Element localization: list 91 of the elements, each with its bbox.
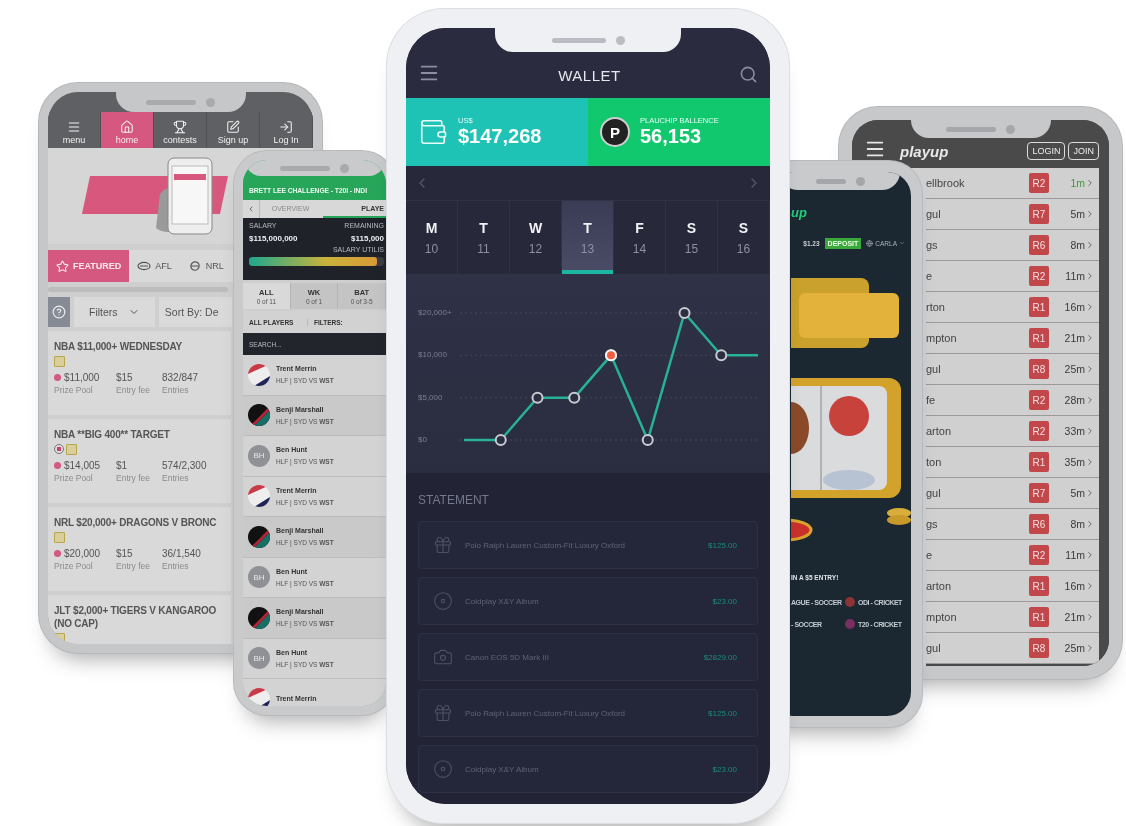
stat-label: Prize Pool: [54, 561, 94, 571]
race-number: R2: [1029, 266, 1049, 286]
venue-name: gs: [926, 239, 939, 251]
contest-title: JLT $2,000+ TIGERS V KANGAROO (NO CAP): [54, 604, 218, 630]
balance-value: $147,268: [458, 125, 542, 148]
race-number: R7: [1029, 204, 1049, 224]
race-number: R1: [1029, 607, 1049, 627]
contest-title: NRL $20,000+ DRAGONS V BRONC: [54, 516, 218, 529]
venue-name: mpton: [926, 611, 958, 623]
section-title: STATEMENT: [418, 493, 490, 507]
stat-label: Entry fee: [116, 473, 152, 483]
prize-value: $20,000: [54, 548, 116, 559]
prize-value: $11,000: [54, 372, 116, 383]
venue-name: rton: [926, 301, 946, 313]
entries-value: 574/2,300: [162, 460, 208, 471]
chip-coin-icon: P: [600, 117, 630, 147]
race-number: R2: [1029, 390, 1049, 410]
item-amount: $23.00: [712, 764, 737, 774]
venue-name: e: [926, 270, 934, 282]
race-number: R1: [1029, 328, 1049, 348]
venue-name: ton: [926, 456, 943, 468]
app-logo: up: [791, 205, 807, 220]
axis-tick-label: $20,000+: [418, 308, 452, 318]
stat-label: Entries: [162, 473, 190, 483]
race-number: R8: [1029, 359, 1049, 379]
time-to-start: 8m: [1069, 239, 1085, 251]
time-to-start: 35m: [1063, 456, 1085, 468]
time-to-start: 28m: [1063, 394, 1085, 406]
venue-name: mpton: [926, 332, 958, 344]
race-number: R8: [1029, 638, 1049, 658]
time-to-start: 25m: [1063, 363, 1085, 375]
time-to-start: 1m: [1069, 177, 1085, 189]
app-logo: playup: [900, 143, 950, 160]
time-to-start: 5m: [1069, 208, 1085, 220]
salary-value: $115,000,000: [249, 234, 298, 243]
time-to-start: 5m: [1069, 487, 1085, 499]
venue-name: e: [926, 549, 934, 561]
race-number: R6: [1029, 235, 1049, 255]
prize-value: $14,005: [54, 460, 116, 471]
item-amount: $125.00: [708, 708, 737, 718]
stat-label: Entry fee: [116, 561, 152, 571]
venue-name: gul: [926, 208, 942, 220]
stat-label: Prize Pool: [54, 385, 94, 395]
stat-label: Prize Pool: [54, 473, 94, 483]
entries-value: 36/1,540: [162, 548, 202, 559]
item-amount: $23.00: [712, 596, 737, 606]
time-to-start: 33m: [1063, 425, 1085, 437]
player-initials: BH: [248, 647, 270, 670]
race-number: R7: [1029, 483, 1049, 503]
venue-name: gs: [926, 518, 939, 530]
fee-value: $1: [116, 460, 129, 471]
venue-name: gul: [926, 363, 942, 375]
race-number: R6: [1029, 514, 1049, 534]
race-number: R1: [1029, 452, 1049, 472]
axis-tick-label: $0: [418, 435, 427, 445]
chip-balance-value: 56,153: [640, 125, 703, 148]
stat-label: Entry fee: [116, 385, 152, 395]
time-to-start: 11m: [1064, 270, 1085, 282]
time-to-start: 21m: [1063, 611, 1085, 623]
venue-name: gul: [926, 642, 942, 654]
time-to-start: 16m: [1063, 301, 1085, 313]
time-to-start: 8m: [1069, 518, 1085, 530]
time-to-start: 16m: [1063, 580, 1085, 592]
race-number: R2: [1029, 421, 1049, 441]
time-to-start: 11m: [1064, 549, 1085, 561]
race-number: R1: [1029, 576, 1049, 596]
player-initials: BH: [248, 566, 270, 589]
time-to-start: 21m: [1063, 332, 1085, 344]
venue-name: ellbrook: [926, 177, 966, 189]
race-number: R2: [1029, 173, 1049, 193]
item-amount: $2829.00: [703, 652, 737, 662]
fee-value: $15: [116, 548, 134, 559]
remaining-value: $115,000: [351, 234, 384, 243]
axis-tick-label: $10,000: [418, 350, 447, 360]
time-to-start: 25m: [1063, 642, 1085, 654]
screen-title: WALLET: [558, 67, 621, 84]
stat-label: Entries: [162, 385, 190, 395]
fee-value: $15: [116, 372, 134, 383]
venue-name: arton: [926, 580, 953, 592]
contest-title: NBA **BIG 400** TARGET: [54, 428, 171, 441]
item-amount: $125.00: [708, 540, 737, 550]
contest-title: NBA $11,000+ WEDNESDAY: [54, 340, 183, 353]
axis-tick-label: $5,000: [418, 392, 443, 402]
venue-name: gul: [926, 487, 942, 499]
player-initials: BH: [248, 444, 270, 467]
venue-name: arton: [926, 425, 953, 437]
entries-value: 832/847: [162, 372, 200, 383]
stat-label: Entries: [162, 561, 190, 571]
race-number: R1: [1029, 297, 1049, 317]
venue-name: fe: [926, 394, 937, 406]
race-number: R2: [1029, 545, 1049, 565]
